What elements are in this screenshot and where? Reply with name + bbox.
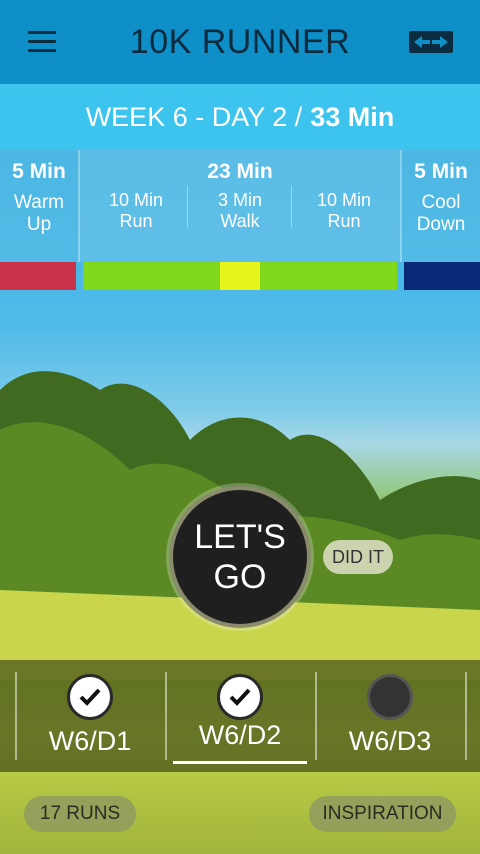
total-duration: 33 Min [310, 101, 395, 132]
week-day-header: WEEK 6 - DAY 2 / 33 Min [0, 84, 480, 150]
switch-program-icon[interactable] [408, 30, 454, 54]
run-2-label: Run [327, 211, 361, 231]
empty-circle-icon [367, 674, 413, 720]
day-separator [15, 672, 17, 760]
cooldown-label: Cool Down [416, 192, 466, 235]
cooldown-bar [404, 262, 480, 290]
run-1-time: 10 Min [108, 190, 164, 210]
workout-segments: 5 Min Warm Up 23 Min 10 Min Run 3 Min Wa… [0, 150, 480, 262]
day-label: W6/D3 [348, 726, 432, 756]
cooldown-time: 5 Min [414, 160, 468, 183]
top-bar: 10K RUNNER [0, 0, 480, 84]
run-1-segment: 10 Min Run [86, 190, 186, 232]
did-it-button[interactable]: DID IT [323, 540, 393, 574]
run-1-bar [83, 262, 220, 290]
selected-day-underline [173, 761, 307, 764]
day-label: W6/D1 [48, 726, 132, 756]
warmup-bar [0, 262, 76, 290]
sub-divider [187, 186, 188, 228]
segment-divider [400, 150, 402, 262]
checkmark-icon [217, 674, 263, 720]
sub-divider [291, 186, 292, 228]
run-2-bar [260, 262, 397, 290]
walk-segment: 3 Min Walk [190, 190, 290, 232]
go-line-1: LET'S [194, 518, 286, 556]
inspiration-button[interactable]: INSPIRATION [309, 796, 456, 832]
lets-go-button[interactable]: LET'S GO [169, 486, 311, 628]
day-item-w6-d1[interactable]: W6/D1 [20, 660, 160, 772]
day-item-w6-d2[interactable]: W6/D2 [170, 660, 310, 772]
day-separator [465, 672, 467, 760]
walk-bar [220, 262, 260, 290]
warmup-time: 5 Min [12, 160, 66, 183]
day-separator [165, 672, 167, 760]
day-selector: W6/D1 W6/D2 W6/D3 [0, 660, 480, 772]
hamburger-menu-icon[interactable] [28, 31, 56, 53]
cooldown-segment: 5 Min Cool Down [402, 150, 480, 262]
app-title: 10K RUNNER [129, 22, 351, 61]
walk-time: 3 Min [217, 190, 262, 210]
run-2-time: 10 Min [316, 190, 372, 210]
warmup-segment: 5 Min Warm Up [0, 150, 78, 262]
main-time: 23 Min [207, 160, 273, 183]
walk-label: Walk [220, 211, 260, 231]
week-day-label: WEEK 6 - DAY 2 / [85, 101, 303, 132]
day-separator [315, 672, 317, 760]
warmup-label: Warm Up [14, 192, 64, 235]
run-1-label: Run [119, 211, 153, 231]
day-label: W6/D2 [198, 720, 282, 750]
runs-count-button[interactable]: 17 RUNS [24, 796, 136, 832]
segment-divider [78, 150, 80, 262]
main-segment: 23 Min 10 Min Run 3 Min Walk 10 Min Run [80, 150, 400, 262]
checkmark-icon [67, 674, 113, 720]
day-item-w6-d3[interactable]: W6/D3 [320, 660, 460, 772]
go-line-2: GO [213, 558, 267, 596]
run-2-segment: 10 Min Run [294, 190, 394, 232]
